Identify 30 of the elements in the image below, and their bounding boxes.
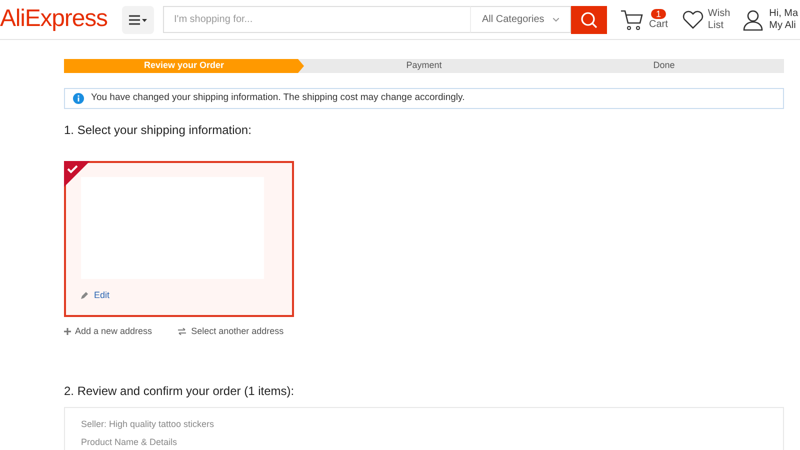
menu-icon: [129, 14, 147, 24]
search-icon: [580, 10, 598, 28]
cart-icon[interactable]: [620, 8, 644, 30]
logo[interactable]: AliExpress: [0, 5, 108, 33]
progress-step: Review your Order: [64, 59, 304, 73]
notice-text: You have changed your shipping information. The shipping cost may change accordingly.: [91, 91, 465, 106]
add-address-link[interactable]: Add a new address: [64, 325, 152, 338]
account-link[interactable]: Hi, Ma My Ali: [769, 8, 798, 32]
user-icon[interactable]: [743, 8, 764, 30]
cart-count-badge: 1: [650, 8, 666, 18]
section-heading: 2. Review and confirm your order (1 items):: [64, 382, 296, 398]
category-dropdown[interactable]: All Categories: [470, 6, 571, 33]
heart-icon[interactable]: [682, 10, 704, 30]
plus-icon: [64, 328, 71, 336]
pencil-icon: [80, 292, 88, 300]
select-address-link[interactable]: Select another address: [178, 325, 284, 338]
swap-icon: [178, 328, 186, 336]
search-button[interactable]: [571, 6, 607, 34]
checkmark-corner-icon: [64, 161, 90, 187]
address-card[interactable]: Edit: [64, 161, 294, 317]
seller-name: Seller: High quality tattoo stickers: [81, 418, 216, 430]
info-icon: [73, 93, 84, 104]
search-field[interactable]: I'm shopping for...: [163, 6, 470, 33]
menu-button[interactable]: [122, 6, 154, 34]
column-header: Product Name & Details: [81, 436, 178, 448]
wishlist-link[interactable]: Wish List: [708, 8, 730, 32]
edit-link[interactable]: Edit: [80, 289, 110, 302]
section-heading: 1. Select your shipping information:: [64, 122, 252, 139]
chevron-down-icon: [553, 18, 559, 22]
cart-link[interactable]: Cart: [649, 18, 668, 30]
